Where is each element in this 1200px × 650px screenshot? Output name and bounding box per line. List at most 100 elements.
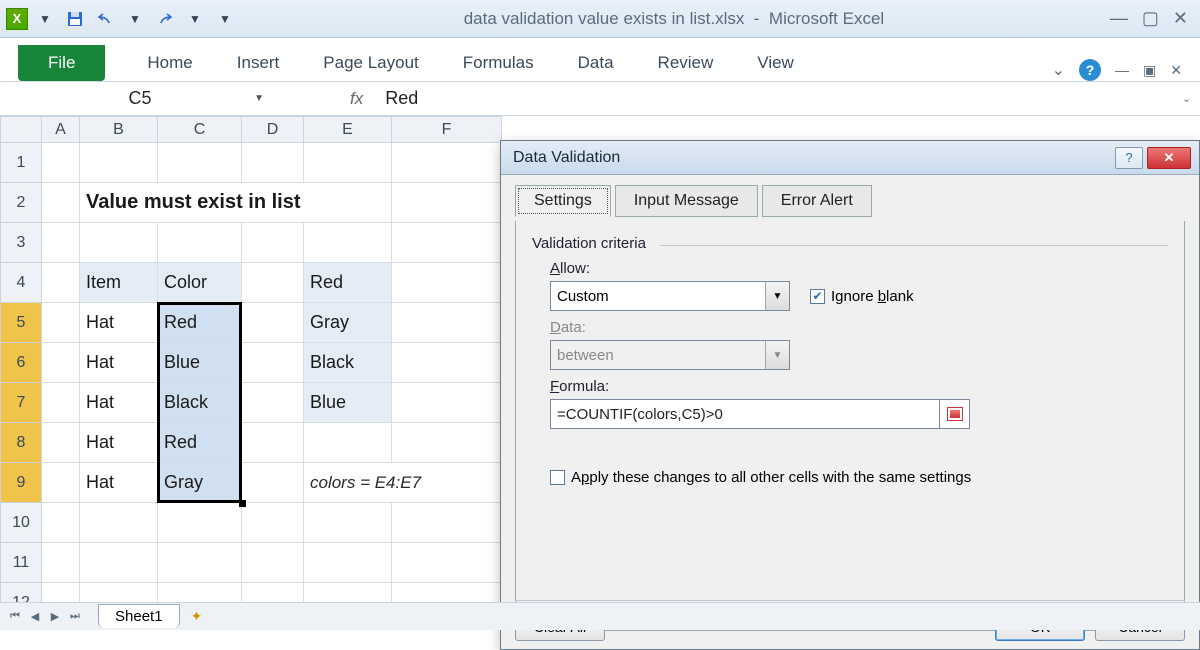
row-header-10[interactable]: 10 [0, 503, 42, 543]
row-header-11[interactable]: 11 [0, 543, 42, 583]
cell[interactable]: Hat [80, 383, 158, 423]
cell[interactable] [42, 543, 80, 583]
dialog-tab-settings[interactable]: Settings [515, 185, 611, 217]
cell[interactable] [304, 423, 392, 463]
cell[interactable]: Hat [80, 303, 158, 343]
qat-customize-dropdown[interactable]: ▼ [212, 6, 238, 32]
maximize-icon[interactable]: ▢ [1142, 8, 1159, 29]
sheet-nav-prev[interactable]: ◀ [26, 608, 44, 626]
cell[interactable]: Black [158, 383, 242, 423]
row-header-7[interactable]: 7 [0, 383, 42, 423]
cell[interactable] [42, 343, 80, 383]
cell[interactable] [304, 543, 392, 583]
close-icon[interactable]: ✕ [1173, 8, 1188, 29]
ignore-blank-checkbox[interactable]: ✔ Ignore blank [810, 288, 914, 305]
cell[interactable] [304, 223, 392, 263]
row-header-8[interactable]: 8 [0, 423, 42, 463]
cell[interactable] [304, 503, 392, 543]
help-icon[interactable]: ? [1079, 59, 1101, 81]
cell[interactable]: Value must exist in list [80, 183, 392, 223]
dialog-close-button[interactable]: ✕ [1147, 147, 1191, 169]
tab-home[interactable]: Home [125, 45, 214, 81]
workbook-restore-icon[interactable]: ▣ [1143, 62, 1156, 79]
formula-input[interactable]: =COUNTIF(colors,C5)>0 [550, 399, 940, 429]
cell[interactable] [242, 543, 304, 583]
cell[interactable] [392, 383, 502, 423]
dialog-tab-error-alert[interactable]: Error Alert [762, 185, 872, 217]
col-header-A[interactable]: A [42, 116, 80, 143]
cell[interactable] [80, 143, 158, 183]
allow-combo[interactable]: Custom ▼ [550, 281, 790, 311]
fx-icon[interactable]: fx [280, 89, 381, 109]
tab-insert[interactable]: Insert [215, 45, 302, 81]
col-header-C[interactable]: C [158, 116, 242, 143]
cell[interactable] [242, 383, 304, 423]
cell[interactable] [392, 543, 502, 583]
col-header-F[interactable]: F [392, 116, 502, 143]
row-header-2[interactable]: 2 [0, 183, 42, 223]
cell[interactable]: Color [158, 263, 242, 303]
cell[interactable] [392, 183, 502, 223]
cell[interactable] [392, 143, 502, 183]
chevron-down-icon[interactable]: ▼ [765, 282, 789, 310]
fill-handle[interactable] [239, 500, 246, 507]
cell[interactable]: Blue [304, 383, 392, 423]
cell[interactable] [80, 543, 158, 583]
cell[interactable] [242, 423, 304, 463]
cell[interactable] [242, 303, 304, 343]
cell[interactable] [242, 223, 304, 263]
cell[interactable] [42, 463, 80, 503]
cell[interactable] [392, 503, 502, 543]
cell[interactable]: Red [158, 303, 242, 343]
ribbon-minimize-icon[interactable]: ⌄ [1052, 60, 1065, 80]
cell[interactable] [42, 303, 80, 343]
redo-button[interactable] [152, 6, 178, 32]
cell[interactable] [242, 463, 304, 503]
cell[interactable] [158, 503, 242, 543]
cell[interactable] [42, 383, 80, 423]
sheet-nav-first[interactable]: ⏮ [6, 608, 24, 626]
tab-page-layout[interactable]: Page Layout [301, 45, 440, 81]
undo-dropdown[interactable]: ▼ [122, 6, 148, 32]
cell[interactable] [242, 503, 304, 543]
cell[interactable] [42, 263, 80, 303]
cell[interactable] [42, 143, 80, 183]
cell[interactable] [42, 503, 80, 543]
cell[interactable] [242, 343, 304, 383]
minimize-icon[interactable]: — [1110, 8, 1128, 29]
save-button[interactable] [62, 6, 88, 32]
app-menu-dropdown[interactable]: ▼ [32, 6, 58, 32]
redo-dropdown[interactable]: ▼ [182, 6, 208, 32]
row-header-3[interactable]: 3 [0, 223, 42, 263]
cell[interactable]: Red [158, 423, 242, 463]
cell[interactable] [42, 223, 80, 263]
row-header-4[interactable]: 4 [0, 263, 42, 303]
cell[interactable] [392, 343, 502, 383]
cell[interactable]: colors = E4:E7 [304, 463, 502, 503]
col-header-E[interactable]: E [304, 116, 392, 143]
col-header-B[interactable]: B [80, 116, 158, 143]
cell[interactable] [80, 223, 158, 263]
sheet-nav-next[interactable]: ▶ [46, 608, 64, 626]
tab-review[interactable]: Review [636, 45, 736, 81]
workbook-close-icon[interactable]: ✕ [1170, 62, 1182, 79]
col-header-D[interactable]: D [242, 116, 304, 143]
cell[interactable]: Red [304, 263, 392, 303]
cell[interactable] [158, 223, 242, 263]
select-all-corner[interactable] [0, 116, 42, 143]
cell[interactable] [392, 423, 502, 463]
cell[interactable] [392, 263, 502, 303]
cell[interactable] [158, 143, 242, 183]
sheet-tab-sheet1[interactable]: Sheet1 [98, 604, 180, 628]
cell[interactable]: Black [304, 343, 392, 383]
cell[interactable]: Gray [158, 463, 242, 503]
row-header-9[interactable]: 9 [0, 463, 42, 503]
cell[interactable] [80, 503, 158, 543]
name-box-dropdown[interactable]: ▼ [254, 93, 264, 104]
cell[interactable] [304, 143, 392, 183]
collapse-dialog-button[interactable] [940, 399, 970, 429]
cell[interactable]: Gray [304, 303, 392, 343]
cell[interactable] [158, 543, 242, 583]
cell[interactable] [242, 143, 304, 183]
cell[interactable] [42, 183, 80, 223]
